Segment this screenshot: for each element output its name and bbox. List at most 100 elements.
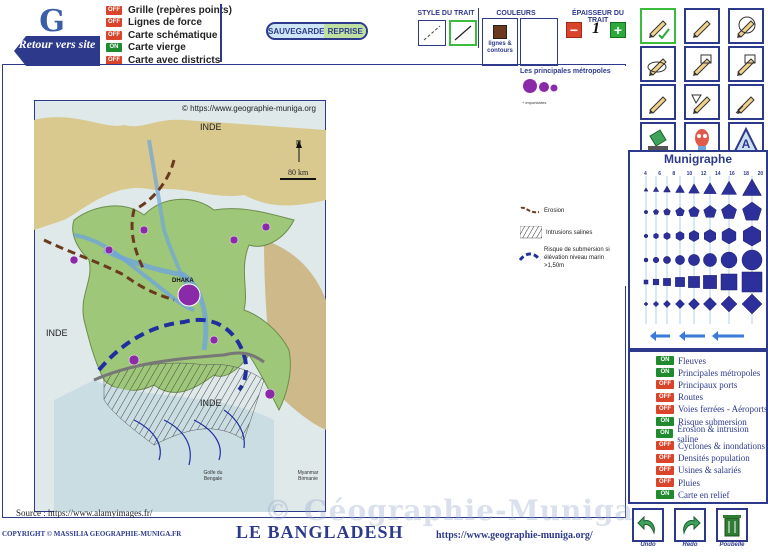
munigraphe-hexagon-shape[interactable] — [721, 227, 737, 245]
munigraphe-triangle-shape[interactable] — [675, 184, 685, 193]
munigraphe-circle-shape[interactable] — [663, 256, 671, 264]
munigraphe-circle-shape[interactable] — [675, 255, 685, 265]
color-picker-button[interactable]: lignes & contours — [482, 18, 518, 66]
ellipse-pencil-tool-button[interactable] — [640, 46, 676, 82]
pencil-arrow-tool-button[interactable] — [728, 84, 764, 120]
layer-row[interactable]: OFF Densités population — [656, 452, 750, 465]
layer-toggle-badge[interactable]: OFF — [656, 465, 674, 475]
munigraphe-circle-shape[interactable] — [652, 256, 660, 264]
munigraphe-circle-shape[interactable] — [688, 254, 700, 266]
site-logo[interactable]: G — [32, 4, 72, 39]
munigraphe-diamond-shape[interactable] — [703, 297, 717, 311]
munigraphe-circle-shape[interactable] — [741, 249, 763, 271]
option-toggle-badge[interactable]: OFF — [106, 5, 122, 15]
munigraphe-diamond-shape[interactable] — [675, 299, 685, 309]
option-toggle-badge[interactable]: OFF — [106, 30, 122, 40]
layer-toggle-badge[interactable]: ON — [656, 429, 674, 439]
munigraphe-triangle-shape[interactable] — [663, 185, 671, 193]
option-toggle-badge[interactable]: OFF — [106, 18, 122, 27]
layer-row[interactable]: OFF Usines & salariés — [656, 464, 741, 477]
munigraphe-triangle-shape[interactable] — [742, 178, 762, 196]
layer-toggle-badge[interactable]: OFF — [656, 478, 674, 487]
munigraphe-diamond-shape[interactable] — [652, 300, 660, 308]
munigraphe-square-shape[interactable] — [688, 276, 700, 288]
layer-row[interactable]: ON Fleuves — [656, 354, 706, 367]
munigraphe-pentagon-shape[interactable] — [675, 207, 685, 216]
munigraphe-pentagon-shape[interactable] — [721, 203, 737, 219]
munigraphe-diamond-shape[interactable] — [688, 298, 700, 310]
thickness-plus-button[interactable]: + — [610, 22, 626, 38]
layer-toggle-badge[interactable]: OFF — [656, 380, 674, 390]
munigraphe-square-shape[interactable] — [741, 271, 763, 293]
color-palette-area[interactable] — [520, 18, 558, 66]
option-row[interactable]: OFF Carte schématique — [106, 29, 217, 41]
munigraphe-shapes[interactable] — [632, 174, 766, 350]
munigraphe-pentagon-shape[interactable] — [703, 205, 717, 218]
thickness-minus-button[interactable]: − — [566, 22, 582, 38]
munigraphe-square-shape[interactable] — [703, 275, 717, 289]
munigraphe-triangle-shape[interactable] — [703, 182, 717, 194]
munigraphe-circle-shape[interactable] — [720, 251, 738, 269]
layer-toggle-badge[interactable]: OFF — [656, 404, 674, 414]
layer-row[interactable]: OFF Pluies — [656, 476, 700, 489]
munigraphe-triangle-shape[interactable] — [643, 187, 649, 192]
layer-toggle-badge[interactable]: ON — [656, 417, 674, 426]
layer-toggle-badge[interactable]: OFF — [656, 392, 674, 402]
munigraphe-diamond-shape[interactable] — [663, 300, 671, 308]
back-to-site-button[interactable]: Retour vers site — [14, 36, 100, 66]
pencil-square-tool-button[interactable] — [684, 46, 720, 82]
footer-url[interactable]: https://www.geographie-muniga.org/ — [436, 530, 593, 541]
option-row[interactable]: ON Carte vierge — [106, 42, 186, 54]
munigraphe-pentagon-shape[interactable] — [663, 208, 671, 216]
layer-toggle-badge[interactable]: OFF — [656, 441, 674, 451]
munigraphe-triangle-shape[interactable] — [652, 186, 660, 192]
option-toggle-badge[interactable]: ON — [106, 43, 122, 52]
solid-line-style-button[interactable] — [449, 20, 477, 46]
munigraphe-square-shape[interactable] — [675, 277, 685, 287]
option-row[interactable]: OFF Lignes de force — [106, 17, 202, 29]
munigraphe-hexagon-shape[interactable] — [644, 233, 648, 239]
pencil-line-tool-button[interactable] — [640, 84, 676, 120]
munigraphe-diamond-shape[interactable] — [643, 301, 649, 307]
munigraphe-hexagon-shape[interactable] — [675, 231, 685, 241]
munigraphe-arrow-shape[interactable] — [650, 331, 670, 341]
layer-row[interactable]: ON Principales métropoles — [656, 366, 760, 379]
layer-row[interactable]: OFF Voies ferrées - Aéroports — [656, 403, 768, 416]
munigraphe-hexagon-shape[interactable] — [743, 225, 761, 247]
layer-toggle-badge[interactable]: ON — [656, 368, 674, 378]
munigraphe-hexagon-shape[interactable] — [688, 230, 700, 242]
munigraphe-pentagon-shape[interactable] — [742, 201, 762, 221]
munigraphe-triangle-shape[interactable] — [688, 183, 700, 194]
munigraphe-arrow-shape[interactable] — [712, 331, 744, 341]
munigraphe-diamond-shape[interactable] — [720, 295, 738, 313]
pencil-rect-tool-button[interactable] — [728, 46, 764, 82]
layer-row[interactable]: OFF Cyclones & inondations — [656, 439, 765, 452]
layer-row[interactable]: OFF Principaux ports — [656, 378, 737, 391]
munigraphe-square-shape[interactable] — [643, 279, 649, 285]
option-row[interactable]: OFF Grille (repères points) — [106, 4, 232, 16]
pencil-check-tool-button[interactable] — [640, 8, 676, 44]
munigraphe-arrow-shape[interactable] — [679, 331, 705, 341]
layer-toggle-badge[interactable]: ON — [656, 490, 674, 500]
undo-button[interactable] — [632, 508, 664, 542]
pencil-circle-tool-button[interactable] — [728, 8, 764, 44]
munigraphe-pentagon-shape[interactable] — [643, 209, 649, 214]
munigraphe-pentagon-shape[interactable] — [688, 206, 700, 217]
munigraphe-hexagon-shape[interactable] — [653, 232, 659, 240]
save-button[interactable]: SAUVEGARDE — [268, 24, 324, 38]
munigraphe-square-shape[interactable] — [652, 278, 660, 286]
triangle-pencil-tool-button[interactable] — [684, 84, 720, 120]
munigraphe-square-shape[interactable] — [720, 273, 738, 291]
trash-button[interactable] — [716, 508, 748, 542]
munigraphe-circle-shape[interactable] — [703, 253, 717, 267]
layer-row[interactable]: ON Carte en relief — [656, 488, 729, 501]
redo-button[interactable] — [674, 508, 706, 542]
munigraphe-pentagon-shape[interactable] — [653, 208, 659, 215]
munigraphe-square-shape[interactable] — [663, 278, 671, 286]
munigraphe-hexagon-shape[interactable] — [663, 232, 671, 240]
layer-row[interactable]: OFF Routes — [656, 391, 703, 404]
layer-row[interactable]: ON Erosion & intrusion saline — [656, 424, 768, 444]
munigraphe-hexagon-shape[interactable] — [704, 229, 716, 243]
munigraphe-circle-shape[interactable] — [643, 257, 649, 263]
layer-toggle-badge[interactable]: ON — [656, 356, 674, 365]
